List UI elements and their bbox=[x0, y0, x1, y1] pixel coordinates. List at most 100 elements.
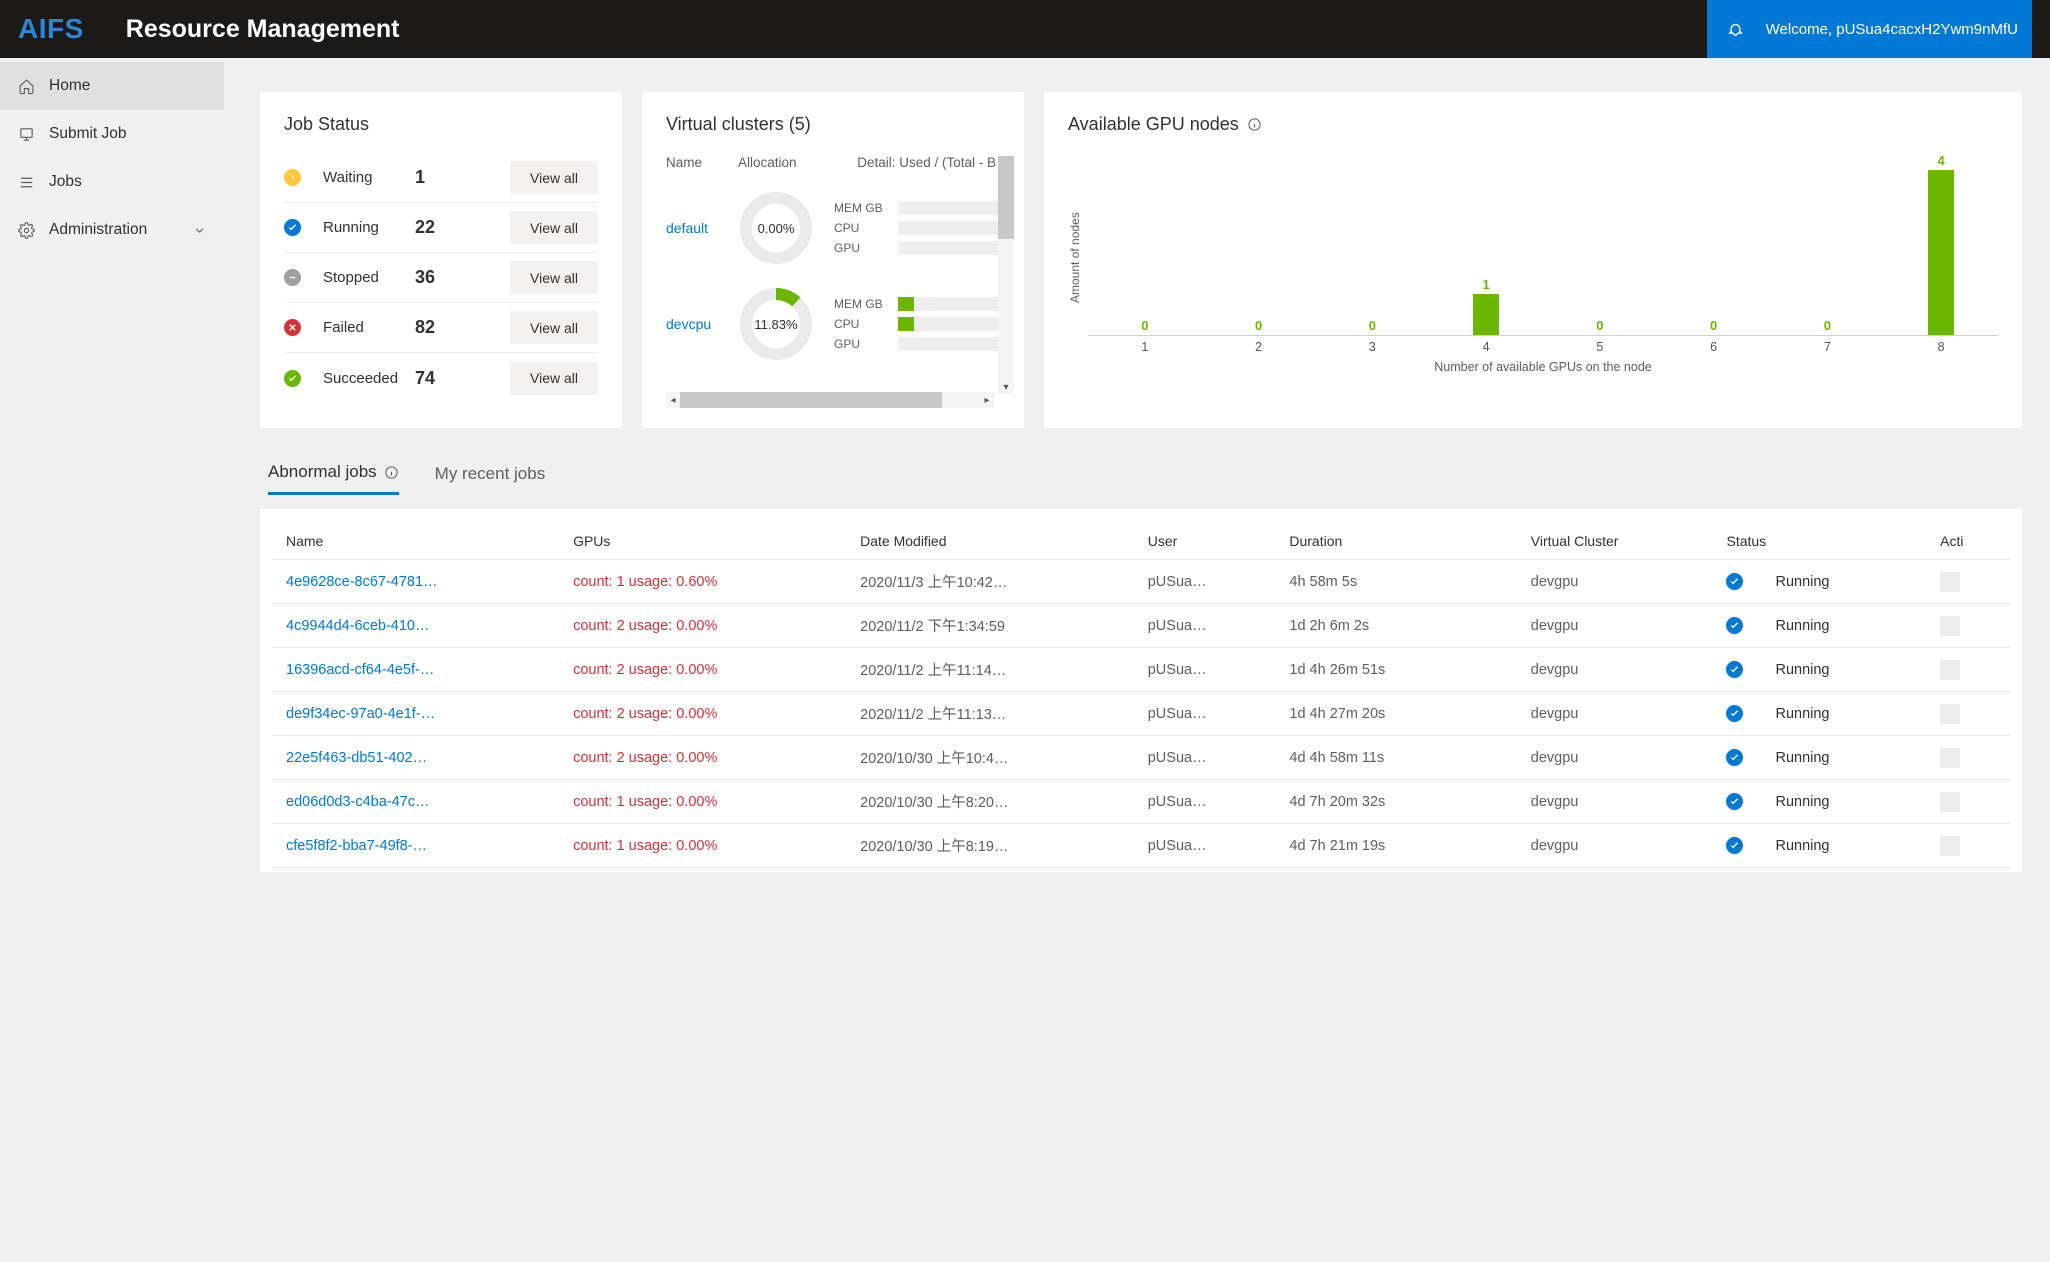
chart-xtick: 3 bbox=[1316, 340, 1430, 354]
table-header[interactable]: Acti bbox=[1926, 523, 2010, 560]
job-action[interactable] bbox=[1926, 824, 2010, 868]
job-action[interactable] bbox=[1926, 736, 2010, 780]
job-user: pUSua… bbox=[1134, 824, 1276, 868]
job-status-row: Waiting1 View all bbox=[284, 153, 598, 203]
status-label: Succeeded bbox=[323, 370, 415, 387]
status-icon bbox=[1726, 661, 1743, 678]
table-header[interactable]: Status bbox=[1712, 523, 1926, 560]
scrollbar-thumb[interactable] bbox=[998, 156, 1014, 239]
home-icon bbox=[18, 78, 35, 95]
table-row: 4e9628ce-8c67-4781…count: 1 usage: 0.60%… bbox=[272, 560, 2010, 604]
jobs-icon bbox=[18, 174, 35, 191]
chart-xtick: 2 bbox=[1202, 340, 1316, 354]
view-all-button[interactable]: View all bbox=[510, 311, 598, 344]
allocation-donut: 0.00% bbox=[736, 188, 816, 268]
job-user: pUSua… bbox=[1134, 560, 1276, 604]
view-all-button[interactable]: View all bbox=[510, 362, 598, 395]
chart-xtick: 8 bbox=[1884, 340, 1998, 354]
table-header[interactable]: Virtual Cluster bbox=[1517, 523, 1713, 560]
sidebar-item-label: Jobs bbox=[49, 173, 82, 191]
gpu-nodes-card: Available GPU nodes Amount of nodes 0001… bbox=[1044, 92, 2022, 428]
sidebar-item-submit-job[interactable]: Submit Job bbox=[0, 110, 224, 158]
sidebar: Home Submit Job Jobs Administration bbox=[0, 58, 224, 1262]
job-name-link[interactable]: cfe5f8f2-bba7-49f8-… bbox=[272, 824, 559, 868]
job-name-link[interactable]: 4c9944d4-6ceb-410… bbox=[272, 604, 559, 648]
vc-horizontal-scrollbar[interactable]: ◂ ▸ bbox=[666, 392, 994, 408]
view-all-button[interactable]: View all bbox=[510, 261, 598, 294]
scrollbar-arrow-down-icon[interactable]: ▾ bbox=[998, 380, 1014, 394]
vc-metrics: MEM GB86CPU1GPU bbox=[834, 297, 1014, 351]
vc-col-name: Name bbox=[666, 155, 738, 170]
job-name-link[interactable]: 22e5f463-db51-402… bbox=[272, 736, 559, 780]
job-date: 2020/11/2 下午1:34:59 bbox=[846, 604, 1134, 648]
table-header[interactable]: GPUs bbox=[559, 523, 846, 560]
tab-abnormal-jobs[interactable]: Abnormal jobs bbox=[268, 462, 399, 495]
welcome-banner[interactable]: Welcome, pUSua4cacxH2Ywm9nMfU bbox=[1707, 0, 2032, 58]
job-date: 2020/11/2 上午11:13… bbox=[846, 692, 1134, 736]
table-header[interactable]: Name bbox=[272, 523, 559, 560]
job-action[interactable] bbox=[1926, 560, 2010, 604]
jobs-table: NameGPUsDate ModifiedUserDurationVirtual… bbox=[272, 523, 2010, 868]
job-vcluster: devgpu bbox=[1517, 560, 1713, 604]
status-label: Waiting bbox=[323, 169, 415, 186]
bell-icon[interactable] bbox=[1727, 21, 1744, 38]
job-user: pUSua… bbox=[1134, 736, 1276, 780]
status-count: 1 bbox=[415, 167, 465, 188]
table-header[interactable]: Date Modified bbox=[846, 523, 1134, 560]
chart-bar: 0 bbox=[1657, 153, 1771, 335]
vc-vertical-scrollbar[interactable]: ▾ bbox=[998, 156, 1014, 394]
info-icon[interactable] bbox=[1247, 117, 1262, 132]
status-label: Stopped bbox=[323, 269, 415, 286]
scrollbar-arrow-left-icon[interactable]: ◂ bbox=[666, 392, 680, 408]
sidebar-item-administration[interactable]: Administration bbox=[0, 206, 224, 254]
metric-bar: 86 bbox=[898, 297, 1014, 311]
scrollbar-thumb[interactable] bbox=[680, 392, 942, 408]
scrollbar-arrow-right-icon[interactable]: ▸ bbox=[980, 392, 994, 408]
job-duration: 1d 4h 27m 20s bbox=[1275, 692, 1516, 736]
table-row: 16396acd-cf64-4e5f-…count: 2 usage: 0.00… bbox=[272, 648, 2010, 692]
brand-logo: AIFS bbox=[18, 13, 84, 45]
sidebar-item-label: Administration bbox=[49, 221, 147, 239]
table-header[interactable]: Duration bbox=[1275, 523, 1516, 560]
sidebar-item-home[interactable]: Home bbox=[0, 62, 224, 110]
job-action[interactable] bbox=[1926, 604, 2010, 648]
job-action[interactable] bbox=[1926, 692, 2010, 736]
job-date: 2020/10/30 上午8:20… bbox=[846, 780, 1134, 824]
job-action[interactable] bbox=[1926, 648, 2010, 692]
sidebar-item-jobs[interactable]: Jobs bbox=[0, 158, 224, 206]
vc-name-link[interactable]: default bbox=[666, 220, 728, 236]
job-action[interactable] bbox=[1926, 780, 2010, 824]
view-all-button[interactable]: View all bbox=[510, 161, 598, 194]
vc-row: devcpu11.83%MEM GB86CPU1GPU bbox=[666, 276, 1014, 372]
job-name-link[interactable]: 4e9628ce-8c67-4781… bbox=[272, 560, 559, 604]
metric-bar bbox=[898, 241, 1014, 255]
job-gpus: count: 2 usage: 0.00% bbox=[559, 648, 846, 692]
table-row: 4c9944d4-6ceb-410…count: 2 usage: 0.00%2… bbox=[272, 604, 2010, 648]
chart-xtick: 5 bbox=[1543, 340, 1657, 354]
job-status: Running bbox=[1712, 824, 1926, 868]
metric-bar bbox=[898, 221, 1014, 235]
job-name-link[interactable]: de9f34ec-97a0-4e1f-… bbox=[272, 692, 559, 736]
job-status: Running bbox=[1712, 560, 1926, 604]
view-all-button[interactable]: View all bbox=[510, 211, 598, 244]
table-header[interactable]: User bbox=[1134, 523, 1276, 560]
vc-name-link[interactable]: devcpu bbox=[666, 316, 728, 332]
chart-xtick: 4 bbox=[1429, 340, 1543, 354]
tab-my-recent-jobs[interactable]: My recent jobs bbox=[435, 462, 546, 495]
status-icon bbox=[1726, 573, 1743, 590]
main-content: Job Status Waiting1View allRunning22View… bbox=[224, 58, 2050, 1262]
chart-xlabel: Number of available GPUs on the node bbox=[1088, 360, 1998, 374]
sidebar-item-label: Submit Job bbox=[49, 125, 127, 143]
job-status: Running bbox=[1712, 648, 1926, 692]
job-status-title: Job Status bbox=[284, 114, 598, 135]
job-name-link[interactable]: 16396acd-cf64-4e5f-… bbox=[272, 648, 559, 692]
job-name-link[interactable]: ed06d0d3-c4ba-47c… bbox=[272, 780, 559, 824]
job-vcluster: devgpu bbox=[1517, 692, 1713, 736]
info-icon[interactable] bbox=[384, 465, 399, 480]
gear-icon bbox=[18, 222, 35, 239]
metric-bar: 1 bbox=[898, 317, 1014, 331]
chart-bar: 0 bbox=[1316, 153, 1430, 335]
chart-bar: 4 bbox=[1884, 153, 1998, 335]
vc-metrics: MEM GBCPUGPU bbox=[834, 201, 1014, 255]
sidebar-item-label: Home bbox=[49, 77, 90, 95]
